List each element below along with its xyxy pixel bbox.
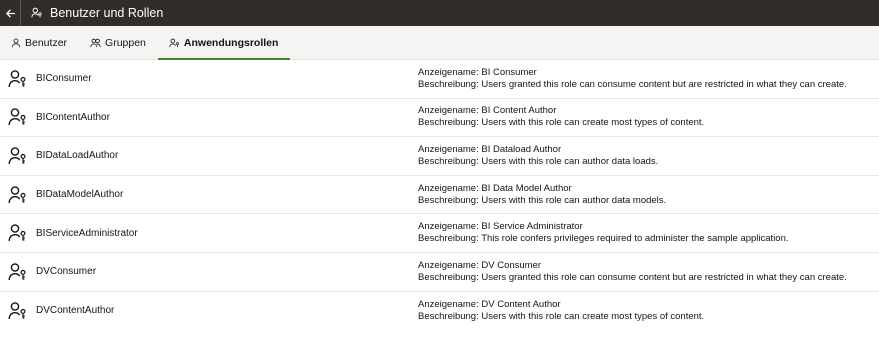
tab-label: Benutzer: [25, 36, 68, 49]
role-details: Anzeigename: BI Content Author Beschreib…: [418, 105, 704, 129]
role-row[interactable]: BIConsumer Anzeigename: BI Consumer Besc…: [0, 60, 879, 99]
role-display-name: Anzeigename: DV Content Author: [418, 298, 561, 310]
role-name: BIContentAuthor: [36, 111, 110, 123]
role-details: Anzeigename: BI Dataload Author Beschrei…: [418, 144, 658, 168]
tab-label: Gruppen: [105, 36, 146, 49]
role-name: BIConsumer: [36, 73, 92, 85]
role-description: Beschreibung: Users granted this role ca…: [418, 78, 847, 90]
role-icon: [0, 223, 36, 243]
role-name: BIDataModelAuthor: [36, 189, 124, 201]
role-display-name: Anzeigename: BI Dataload Author: [418, 143, 562, 155]
tab-gruppen[interactable]: Gruppen: [79, 26, 158, 59]
role-name: DVContentAuthor: [36, 305, 115, 317]
role-row[interactable]: BIDataLoadAuthor Anzeigename: BI Dataloa…: [0, 137, 879, 176]
role-details: Anzeigename: DV Consumer Beschreibung: U…: [418, 260, 847, 284]
tab-label: Anwendungsrollen: [183, 36, 279, 49]
page-title: Benutzer und Rollen: [50, 6, 164, 20]
tab-anwendungsrollen[interactable]: Anwendungsrollen: [157, 26, 291, 60]
role-description: Beschreibung: Users with this role can a…: [418, 194, 667, 206]
role-icon: [0, 146, 36, 166]
tab-bar: Benutzer Gruppen Anwendungsrollen: [0, 26, 879, 60]
role-list: BIConsumer Anzeigename: BI Consumer Besc…: [0, 60, 879, 330]
role-description: Beschreibung: Users with this role can a…: [418, 155, 659, 167]
arrow-left-icon: [5, 8, 15, 18]
role-icon: [31, 7, 43, 19]
role-display-name: Anzeigename: DV Consumer: [418, 259, 542, 271]
role-icon: [0, 107, 36, 127]
role-icon: [0, 69, 36, 89]
role-description: Beschreibung: Users granted this role ca…: [418, 271, 847, 283]
group-icon: [90, 38, 101, 48]
role-description: Beschreibung: Users with this role can c…: [418, 310, 705, 322]
role-name: BIServiceAdministrator: [36, 227, 138, 239]
role-display-name: Anzeigename: BI Data Model Author: [418, 182, 572, 194]
role-row[interactable]: DVContentAuthor Anzeigename: DV Content …: [0, 292, 879, 331]
role-row[interactable]: BIContentAuthor Anzeigename: BI Content …: [0, 99, 879, 138]
role-name: BIDataLoadAuthor: [36, 150, 119, 162]
role-row[interactable]: DVConsumer Anzeigename: DV Consumer Besc…: [0, 253, 879, 292]
role-display-name: Anzeigename: BI Service Administrator: [418, 221, 583, 233]
role-icon: [0, 185, 36, 205]
back-button[interactable]: [0, 0, 21, 26]
title-bar: Benutzer und Rollen: [0, 0, 879, 26]
role-description: Beschreibung: Users with this role can c…: [418, 117, 705, 129]
role-details: Anzeigename: BI Consumer Beschreibung: U…: [418, 67, 847, 91]
user-icon: [11, 38, 21, 48]
role-row[interactable]: BIServiceAdministrator Anzeigename: BI S…: [0, 214, 879, 253]
tab-benutzer[interactable]: Benutzer: [0, 26, 79, 59]
role-details: Anzeigename: BI Data Model Author Beschr…: [418, 183, 666, 207]
role-row[interactable]: BIDataModelAuthor Anzeigename: BI Data M…: [0, 176, 879, 215]
role-details: Anzeigename: DV Content Author Beschreib…: [418, 299, 704, 323]
role-icon: [169, 38, 180, 48]
role-display-name: Anzeigename: BI Content Author: [418, 105, 557, 117]
role-details: Anzeigename: BI Service Administrator Be…: [418, 221, 789, 245]
role-name: DVConsumer: [36, 266, 97, 278]
role-icon: [0, 301, 36, 321]
role-icon: [0, 262, 36, 282]
role-display-name: Anzeigename: BI Consumer: [418, 66, 537, 78]
role-description: Beschreibung: This role confers privileg…: [418, 233, 789, 245]
